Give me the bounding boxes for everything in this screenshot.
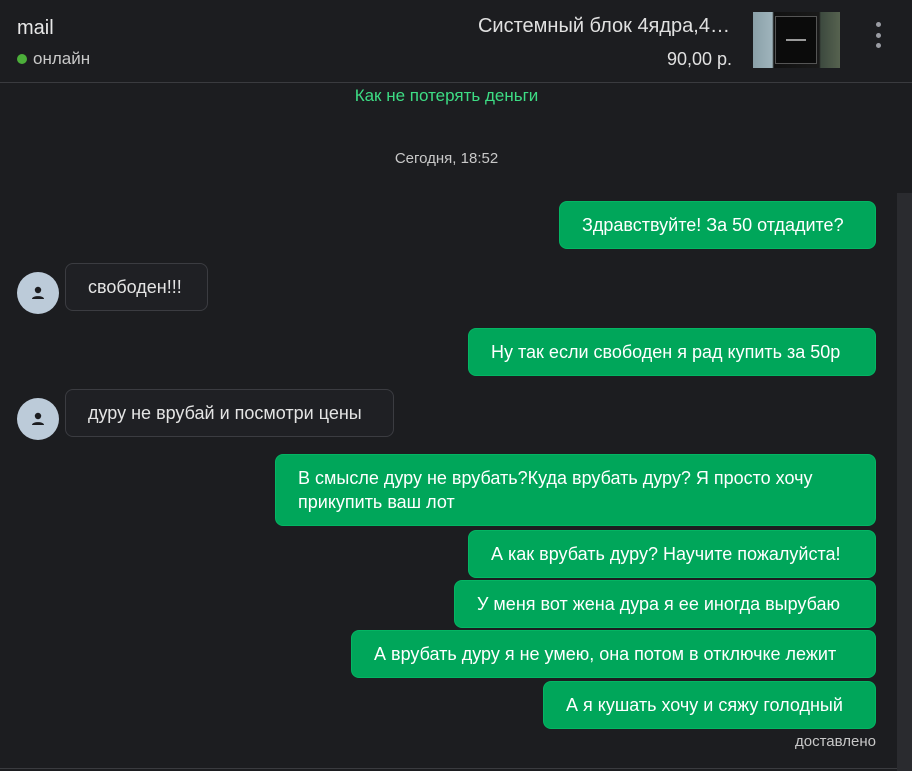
sender-avatar[interactable] [17, 272, 59, 314]
message-text: У меня вот жена дура я ее иногда вырубаю [477, 594, 841, 614]
scrollbar[interactable] [897, 193, 912, 771]
message-text: Ну так если свободен я рад купить за 50р [491, 342, 841, 362]
status-label: онлайн [33, 49, 91, 68]
message-outgoing: У меня вот жена дура я ее иногда вырубаю [454, 580, 876, 628]
message-outgoing: В смысле дуру не врубать?Куда врубать ду… [275, 454, 876, 526]
message-text: свободен!!! [88, 277, 182, 297]
more-options-button[interactable] [868, 22, 888, 48]
message-text: А как врубать дуру? Научите пожалуйста! [491, 544, 841, 564]
more-vertical-icon [875, 22, 881, 27]
listing-price: 90,00 р. [666, 49, 732, 69]
online-dot-icon [17, 54, 27, 64]
divider [0, 768, 897, 769]
sender-avatar[interactable] [17, 398, 59, 440]
date-separator: Сегодня, 18:52 [394, 150, 499, 167]
message-outgoing: Ну так если свободен я рад купить за 50р [468, 328, 876, 376]
message-incoming: свободен!!! [65, 263, 208, 311]
listing-thumbnail[interactable] [753, 12, 840, 68]
message-outgoing: А я кушать хочу и сяжу голодный [543, 681, 876, 729]
delivery-status: доставлено [795, 733, 876, 750]
message-text: А я кушать хочу и сяжу голодный [566, 695, 843, 715]
listing-thumbnail-image [775, 16, 817, 64]
chat-window: mail онлайн Системный блок 4ядра,4… 90,0… [0, 0, 912, 771]
message-text: В смысле дуру не врубать?Куда врубать ду… [298, 468, 813, 512]
message-text: А врубать дуру я не умею, она потом в от… [374, 644, 837, 664]
user-icon [32, 412, 44, 425]
message-text: дуру не врубай и посмотри цены [88, 403, 362, 423]
listing-title[interactable]: Системный блок 4ядра,4… [478, 15, 730, 38]
chat-header: mail онлайн Системный блок 4ядра,4… 90,0… [0, 0, 912, 83]
message-text: Здравствуйте! За 50 отдадите? [582, 215, 844, 235]
message-incoming: дуру не врубай и посмотри цены [65, 389, 394, 437]
safety-tips-link[interactable]: Как не потерять деньги [0, 86, 893, 106]
message-outgoing: А как врубать дуру? Научите пожалуйста! [468, 530, 876, 578]
message-outgoing: А врубать дуру я не умею, она потом в от… [351, 630, 876, 678]
user-icon [32, 286, 44, 299]
contact-name[interactable]: mail [17, 17, 54, 40]
message-outgoing: Здравствуйте! За 50 отдадите? [559, 201, 876, 249]
online-status: онлайн [17, 49, 90, 69]
